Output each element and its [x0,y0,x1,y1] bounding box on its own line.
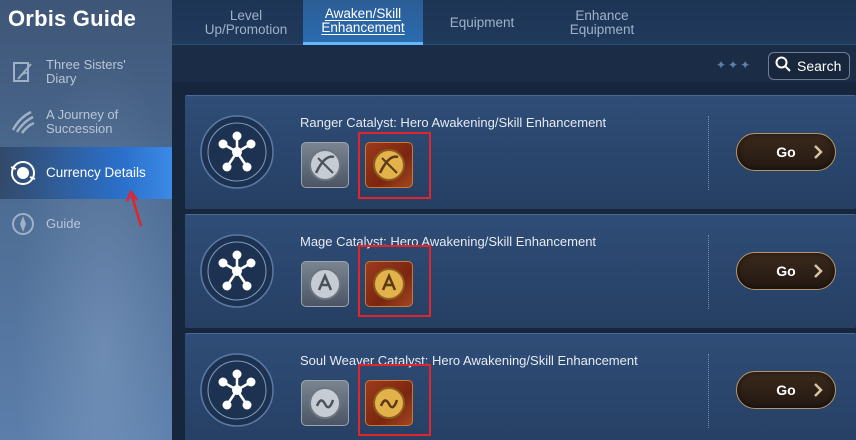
highlight-box [358,245,431,317]
tab-enhance-equipment[interactable]: Enhance Equipment [554,0,650,45]
go-button-label: Go [776,144,796,160]
tab-label: Level Up/Promotion [204,7,288,37]
feather-book-icon [8,57,38,87]
mage-silver-catalyst-icon[interactable] [301,261,349,307]
card-title: Mage Catalyst: Hero Awakening/Skill Enha… [300,234,597,249]
compass-icon [8,209,38,239]
tab-awaken-skill-enhancement[interactable]: Awaken/Skill Enhancement [303,0,423,45]
search-icon [775,56,791,77]
sidebar-item-guide[interactable]: Guide [0,198,172,250]
tab-label: Enhance Equipment [569,7,635,37]
currency-orb-icon [8,158,38,188]
go-button[interactable]: Go [736,252,836,290]
app-title: Orbis Guide [8,6,137,31]
sidebar-item-label: A Journey of Succession [46,107,119,136]
tab-level-up-promotion[interactable]: Level Up/Promotion [192,0,300,45]
tab-bar: Level Up/Promotion Awaken/Skill Enhancem… [172,0,856,45]
search-label: Search [797,58,842,74]
card-title: Soul Weaver Catalyst: Hero Awakening/Ski… [300,353,638,368]
chevron-right-icon [814,145,823,159]
sidebar-item-three-sisters-diary[interactable]: Three Sisters' Diary [0,46,172,98]
catalyst-emblem-icon [200,353,274,427]
chevron-right-icon [814,383,823,397]
sidebar-item-currency-details[interactable]: Currency Details [0,147,172,199]
sidebar-item-journey-of-succession[interactable]: A Journey of Succession [0,96,172,148]
catalyst-emblem-icon [200,115,274,189]
catalyst-emblem-icon [200,234,274,308]
sidebar-item-label: Three Sisters' Diary [46,57,126,86]
list-item: Soul Weaver Catalyst: Hero Awakening/Ski… [185,333,856,440]
search-button[interactable]: Search [768,52,850,80]
go-button-label: Go [776,263,796,279]
chevron-right-icon [814,264,823,278]
highlight-box [358,364,431,436]
decorative-stars: ✦✦✦ [716,58,753,72]
list-item: Mage Catalyst: Hero Awakening/Skill Enha… [185,214,856,328]
divider [708,354,709,428]
tab-label: Equipment [449,14,515,30]
list-item: Ranger Catalyst: Hero Awakening/Skill En… [185,95,856,209]
soulweaver-silver-catalyst-icon[interactable] [301,380,349,426]
card-title: Ranger Catalyst: Hero Awakening/Skill En… [300,115,607,130]
sidebar-item-label: Currency Details [46,165,146,180]
red-arrow-annotation-icon [125,190,143,227]
claw-icon [8,107,38,137]
go-button[interactable]: Go [736,371,836,409]
tab-label: Awaken/Skill Enhancement [321,6,405,35]
go-button[interactable]: Go [736,133,836,171]
divider [708,116,709,190]
ranger-silver-catalyst-icon[interactable] [301,142,349,188]
divider [708,235,709,309]
sidebar: Orbis Guide Three Sisters' Diary A Journ… [0,0,172,440]
highlight-box [358,132,431,199]
tab-equipment[interactable]: Equipment [434,0,530,45]
go-button-label: Go [776,382,796,398]
